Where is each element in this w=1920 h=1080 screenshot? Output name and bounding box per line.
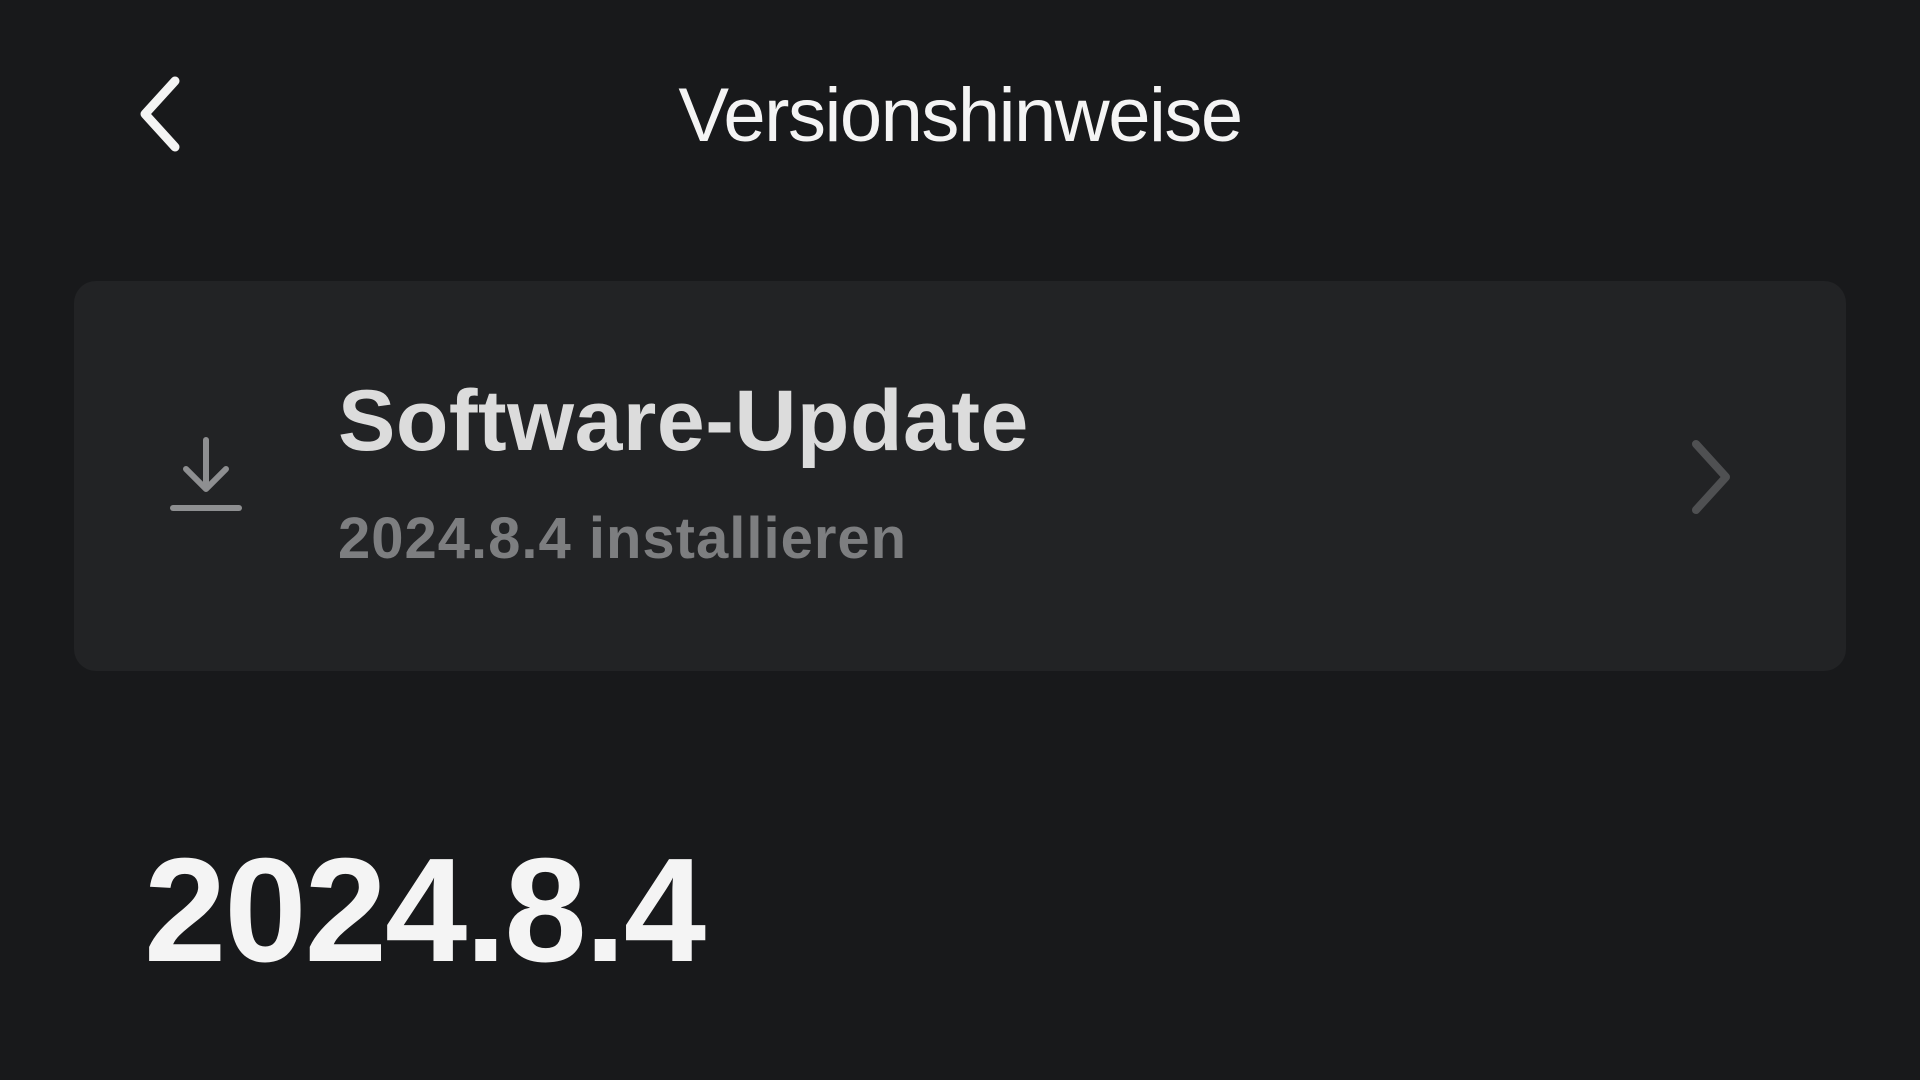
download-icon bbox=[170, 437, 242, 511]
header: Versionshinweise bbox=[0, 0, 1920, 240]
software-update-title: Software-Update bbox=[338, 373, 1029, 469]
release-notes-screen: Versionshinweise Software-Update 2024.8.… bbox=[0, 0, 1920, 1080]
chevron-right-icon bbox=[1692, 440, 1730, 514]
release-version-heading: 2024.8.4 bbox=[144, 828, 706, 993]
install-version-subtitle: 2024.8.4 installieren bbox=[338, 506, 908, 571]
page-title: Versionshinweise bbox=[678, 73, 1243, 158]
software-update-card[interactable] bbox=[74, 281, 1846, 671]
